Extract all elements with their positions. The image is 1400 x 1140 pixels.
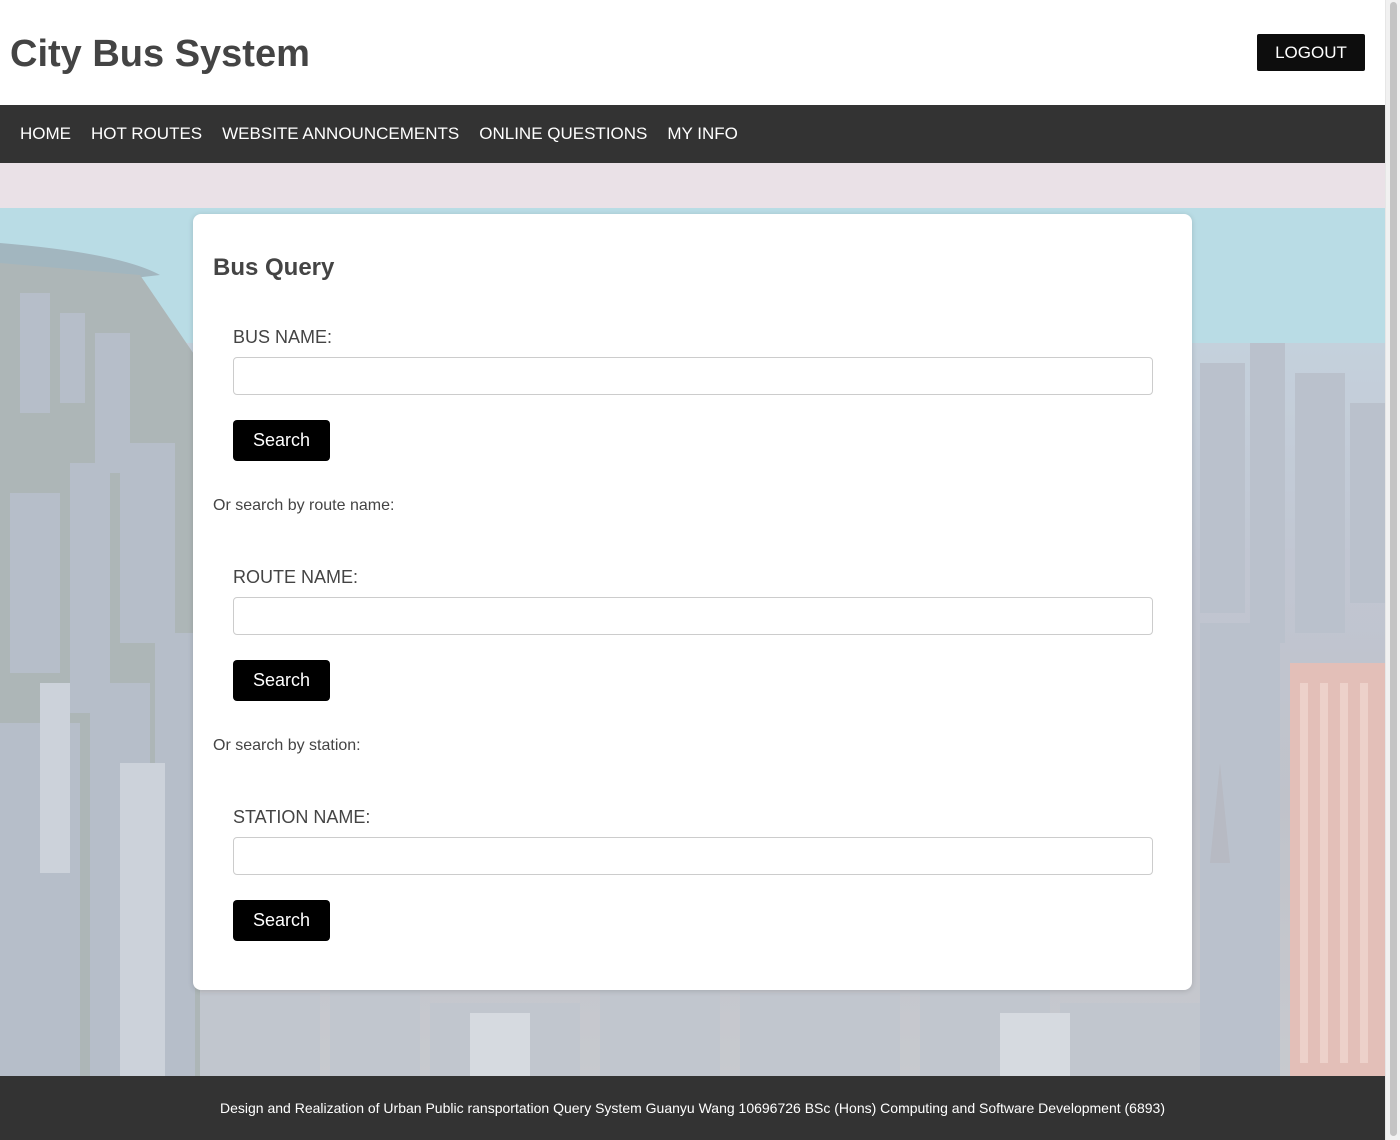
- page-footer: Design and Realization of Urban Public r…: [0, 1076, 1385, 1140]
- route-search-hint: Or search by route name:: [213, 497, 395, 514]
- route-search-button[interactable]: Search: [233, 660, 330, 701]
- top-header: City Bus System LOGOUT: [0, 0, 1385, 105]
- bus-query-card: Bus Query BUS NAME: Search Or search by …: [193, 214, 1192, 990]
- route-name-label: ROUTE NAME:: [233, 567, 359, 587]
- nav-item-hot-routes[interactable]: HOT ROUTES: [81, 105, 212, 163]
- bus-query-title: Bus Query: [213, 254, 335, 281]
- page: City Bus System LOGOUT HOME HOT ROUTES W…: [0, 0, 1385, 1140]
- bus-search-button[interactable]: Search: [233, 420, 330, 461]
- station-search-button[interactable]: Search: [233, 900, 330, 941]
- footer-text: Design and Realization of Urban Public r…: [220, 1100, 1165, 1116]
- main-navigation: HOME HOT ROUTES WEBSITE ANNOUNCEMENTS ON…: [0, 105, 1385, 163]
- nav-item-online-questions[interactable]: ONLINE QUESTIONS: [469, 105, 657, 163]
- station-name-label: STATION NAME:: [233, 807, 371, 827]
- site-title: City Bus System: [10, 33, 310, 75]
- logout-button[interactable]: LOGOUT: [1257, 34, 1365, 71]
- bus-name-input[interactable]: [233, 357, 1153, 395]
- route-name-input[interactable]: [233, 597, 1153, 635]
- nav-item-my-info[interactable]: MY INFO: [657, 105, 748, 163]
- nav-item-home[interactable]: HOME: [10, 105, 81, 163]
- bus-name-label: BUS NAME:: [233, 327, 333, 347]
- vertical-scrollbar[interactable]: [1385, 0, 1400, 1140]
- station-name-input[interactable]: [233, 837, 1153, 875]
- scrollbar-thumb[interactable]: [1390, 2, 1397, 1136]
- station-search-hint: Or search by station:: [213, 737, 361, 754]
- nav-item-website-announcements[interactable]: WEBSITE ANNOUNCEMENTS: [212, 105, 469, 163]
